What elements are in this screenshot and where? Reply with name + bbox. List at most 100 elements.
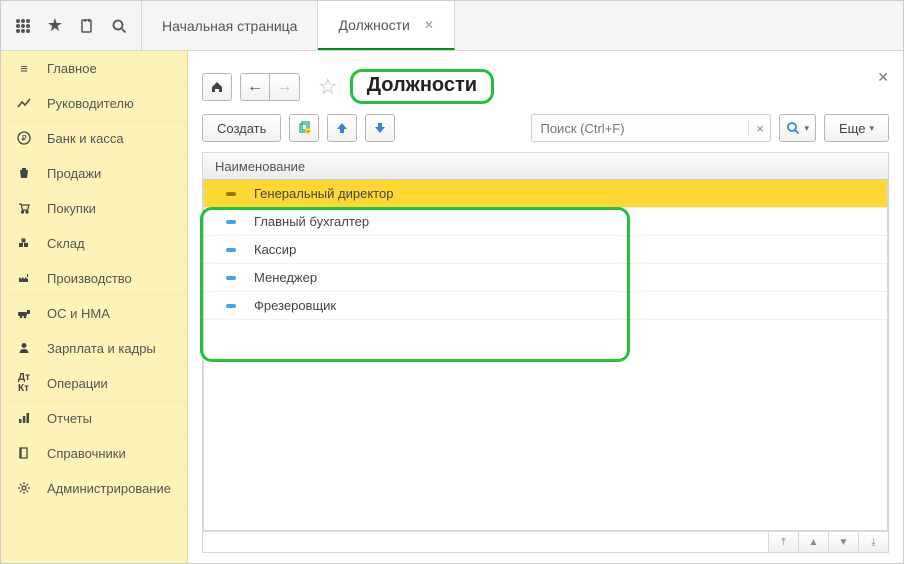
search-input[interactable] [532,121,748,136]
pager-last-icon[interactable]: ⤓ [858,532,888,552]
sidebar-item-bank[interactable]: ₽ Банк и касса [1,121,187,156]
history-icon[interactable] [71,10,103,42]
move-down-button[interactable] [365,114,395,142]
table-row[interactable]: Фрезеровщик [204,292,887,320]
content-area: ✕ ← → ☆ Должности Создать + [188,51,903,563]
table-body: Генеральный директор Главный бухгалтер К… [203,180,888,530]
main-icon: ≡ [15,59,33,77]
more-button-label: Еще [839,121,865,136]
sales-icon [15,164,33,182]
search-clear-icon[interactable]: × [748,121,770,136]
body: ≡ Главное Руководителю ₽ Банк и касса Пр [1,51,903,563]
manager-icon [15,94,33,112]
row-bullet-icon [226,304,236,308]
production-icon [15,269,33,287]
back-button[interactable]: ← [240,73,270,101]
pager-first-icon[interactable]: ⤒ [768,532,798,552]
search-icon[interactable] [103,10,135,42]
table-row[interactable]: Главный бухгалтер [204,208,887,236]
salary-icon [15,339,33,357]
sidebar-item-label: Отчеты [47,411,92,426]
row-label: Менеджер [254,270,317,285]
sidebar-item-label: ОС и НМА [47,306,110,321]
sidebar-item-label: Склад [47,236,85,251]
sidebar-item-salary[interactable]: Зарплата и кадры [1,331,187,366]
apps-icon[interactable] [7,10,39,42]
tab-positions-label: Должности [338,17,409,33]
purchases-icon [15,199,33,217]
operations-icon: ДтКт [15,374,33,392]
sidebar-item-label: Главное [47,61,97,76]
forward-button[interactable]: → [270,73,300,101]
favorite-outline-icon[interactable]: ☆ [318,74,338,100]
more-button[interactable]: Еще [824,114,889,142]
pager-up-icon[interactable]: ▲ [798,532,828,552]
sidebar-item-manager[interactable]: Руководителю [1,86,187,121]
sidebar-item-purchases[interactable]: Покупки [1,191,187,226]
sidebar-item-admin[interactable]: Администрирование [1,471,187,506]
tab-home[interactable]: Начальная страница [142,1,318,50]
sidebar-item-label: Продажи [47,166,101,181]
sidebar-item-label: Зарплата и кадры [47,341,156,356]
content-header: ← → ☆ Должности [202,69,889,104]
table-row[interactable]: Генеральный директор [204,180,887,208]
row-bullet-icon [226,248,236,252]
favorite-star-icon[interactable]: ★ [39,10,71,42]
move-up-button[interactable] [327,114,357,142]
sidebar-item-operations[interactable]: ДтКт Операции [1,366,187,401]
sidebar-item-label: Руководителю [47,96,134,111]
tab-close-icon[interactable]: ✕ [424,18,434,32]
catalogs-icon [15,444,33,462]
sidebar-item-main[interactable]: ≡ Главное [1,51,187,86]
sidebar-item-label: Банк и касса [47,131,124,146]
page-title: Должности [367,74,477,96]
row-bullet-icon [226,192,236,196]
tab-home-label: Начальная страница [162,18,297,34]
gear-icon [15,479,33,497]
table-row[interactable]: Кассир [204,236,887,264]
copy-button[interactable]: + [289,114,319,142]
sidebar-item-sales[interactable]: Продажи [1,156,187,191]
reports-icon [15,409,33,427]
action-toolbar: Создать + × [202,114,889,142]
search-menu-button[interactable] [779,114,816,142]
sidebar-item-label: Операции [47,376,108,391]
row-label: Кассир [254,242,296,257]
row-bullet-icon [226,276,236,280]
svg-text:+: + [307,129,310,135]
sidebar-item-reports[interactable]: Отчеты [1,401,187,436]
row-label: Главный бухгалтер [254,214,369,229]
sidebar-item-label: Производство [47,271,132,286]
assets-icon [15,304,33,322]
sidebar-item-warehouse[interactable]: Склад [1,226,187,261]
create-button-label: Создать [217,121,266,136]
tab-positions[interactable]: Должности ✕ [318,1,454,50]
table-row[interactable]: Менеджер [204,264,887,292]
topbar: ★ Начальная страница Должности ✕ [1,1,903,51]
row-label: Генеральный директор [254,186,393,201]
home-button[interactable] [202,73,232,101]
svg-text:₽: ₽ [21,134,26,143]
sidebar: ≡ Главное Руководителю ₽ Банк и касса Пр [1,51,188,563]
sidebar-item-production[interactable]: Производство [1,261,187,296]
warehouse-icon [15,234,33,252]
column-name-label: Наименование [215,159,305,174]
bank-icon: ₽ [15,129,33,147]
sidebar-item-catalogs[interactable]: Справочники [1,436,187,471]
sidebar-item-assets[interactable]: ОС и НМА [1,296,187,331]
create-button[interactable]: Создать [202,114,281,142]
top-icon-group: ★ [1,1,142,50]
table-column-header[interactable]: Наименование [202,152,889,180]
table-area: Генеральный директор Главный бухгалтер К… [202,180,889,531]
pager-down-icon[interactable]: ▼ [828,532,858,552]
page-title-highlight: Должности [350,69,494,104]
pager-bar: ⤒ ▲ ▼ ⤓ [202,531,889,553]
app-window: ★ Начальная страница Должности ✕ ≡ Главн… [0,0,904,564]
sidebar-item-label: Администрирование [47,481,171,496]
row-label: Фрезеровщик [254,298,336,313]
sidebar-item-label: Справочники [47,446,126,461]
close-icon[interactable]: ✕ [877,69,889,86]
row-bullet-icon [226,220,236,224]
search-field: × [531,114,771,142]
sidebar-item-label: Покупки [47,201,96,216]
